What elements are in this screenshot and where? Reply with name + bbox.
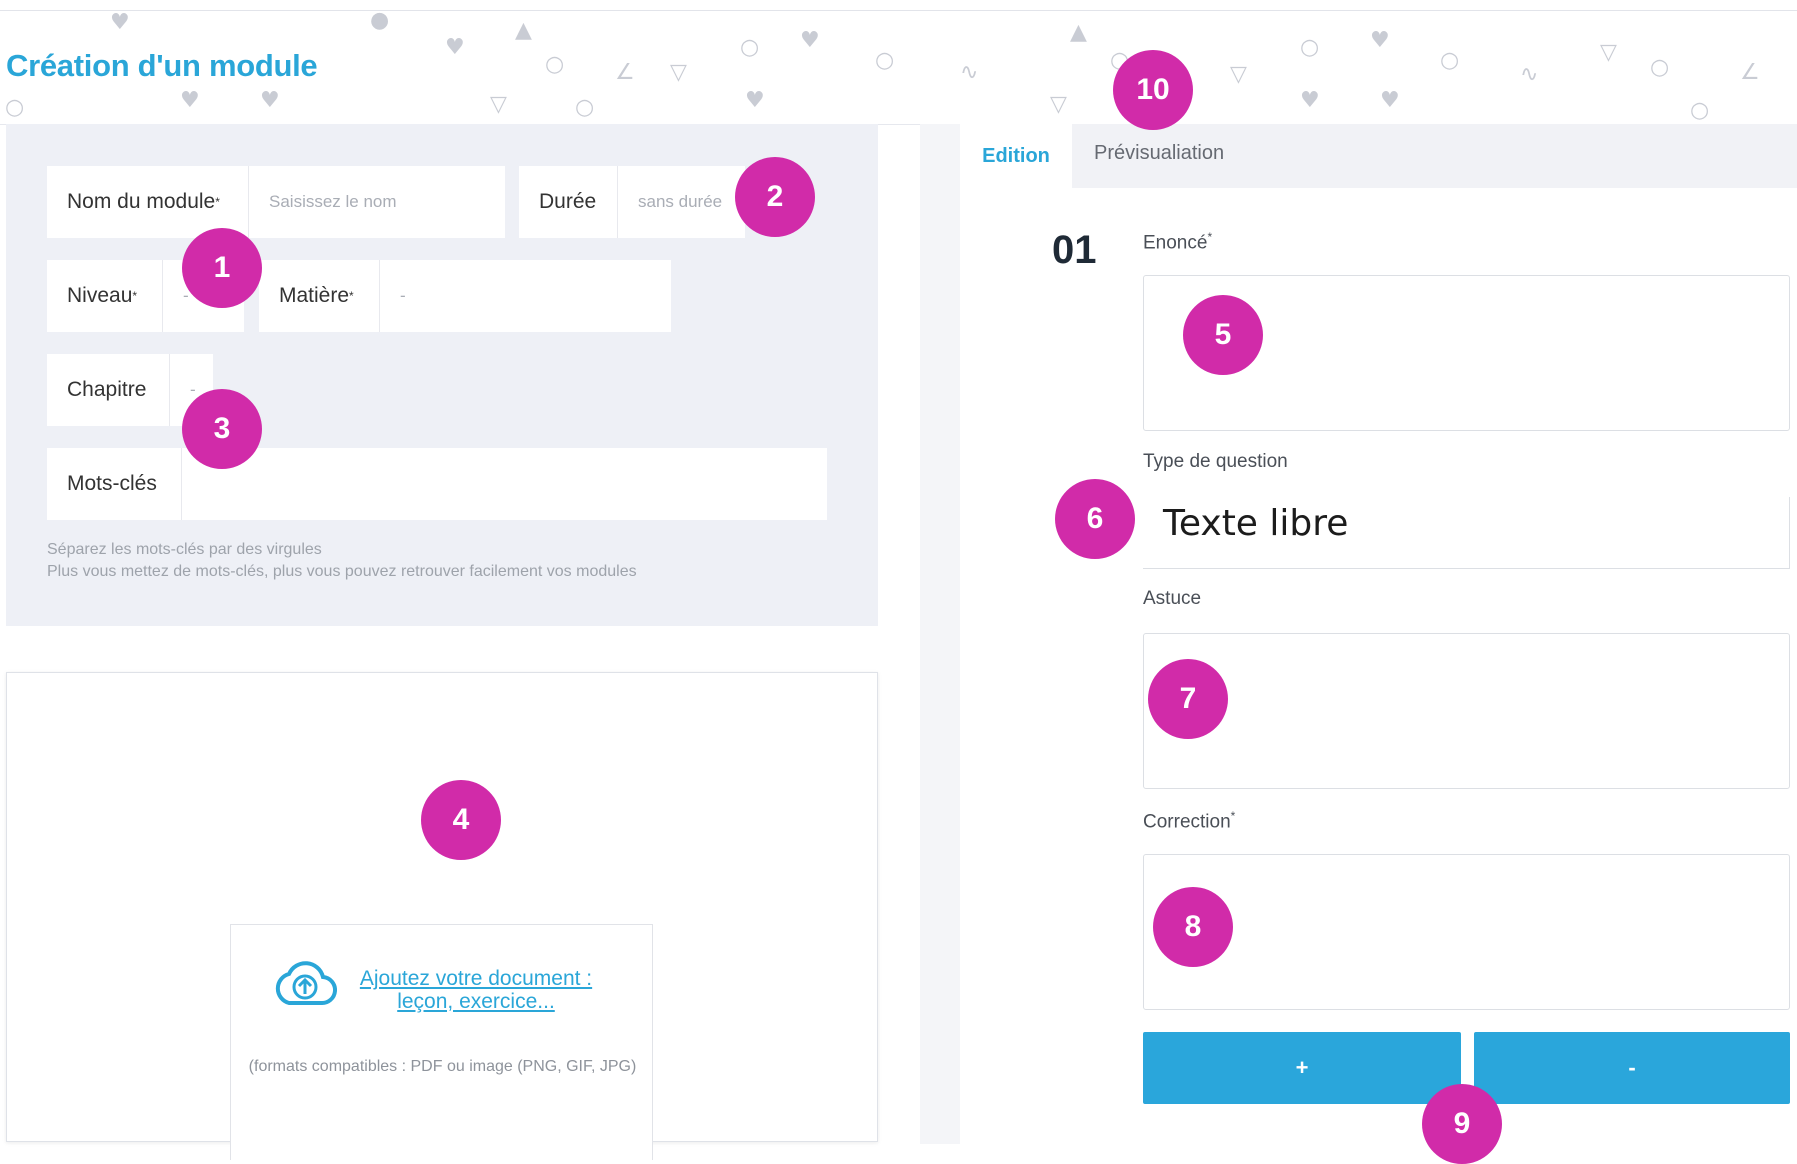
upload-dropzone[interactable]: Ajoutez votre document : leçon, exercice… bbox=[230, 924, 653, 1160]
question-type-label: Type de question bbox=[1143, 451, 1288, 472]
callout-badge-3: 3 bbox=[182, 389, 262, 469]
cloud-upload-icon bbox=[275, 961, 337, 1006]
callout-badge-5: 5 bbox=[1183, 295, 1263, 375]
callout-badge-7: 7 bbox=[1148, 659, 1228, 739]
duration-select[interactable]: sans durée bbox=[617, 166, 745, 238]
hint-textarea[interactable] bbox=[1143, 633, 1790, 789]
level-label: Niveau * bbox=[47, 260, 162, 332]
tab-preview[interactable]: Prévisualiation bbox=[1094, 142, 1224, 165]
callout-badge-10: 10 bbox=[1113, 50, 1193, 130]
top-divider bbox=[0, 10, 1797, 11]
add-question-button[interactable]: + bbox=[1143, 1032, 1461, 1104]
callout-badge-9: 9 bbox=[1422, 1084, 1502, 1164]
hint-label: Astuce bbox=[1143, 588, 1202, 609]
upload-formats-text: (formats compatibles : PDF ou image (PNG… bbox=[248, 1058, 637, 1075]
module-name-input[interactable]: Saisissez le nom bbox=[248, 166, 505, 238]
subject-select[interactable]: - bbox=[379, 260, 671, 332]
keywords-hint-1: Séparez les mots-clés par des virgules bbox=[47, 541, 322, 558]
duration-label: Durée bbox=[519, 166, 617, 238]
keywords-hint-2: Plus vous mettez de mots-clés, plus vous… bbox=[47, 563, 637, 580]
keywords-label: Mots-clés bbox=[47, 448, 181, 520]
callout-badge-1: 1 bbox=[182, 228, 262, 308]
callout-badge-8: 8 bbox=[1153, 887, 1233, 967]
callout-badge-2: 2 bbox=[735, 157, 815, 237]
tab-edition[interactable]: Edition bbox=[960, 124, 1072, 188]
keywords-input[interactable] bbox=[181, 448, 827, 520]
tabs-bar bbox=[960, 124, 1797, 188]
correction-label: Correction* bbox=[1143, 809, 1236, 833]
statement-label: Enoncé* bbox=[1143, 230, 1213, 254]
subject-label: Matière * bbox=[259, 260, 379, 332]
upload-document-link[interactable]: Ajoutez votre document : leçon, exercice… bbox=[356, 967, 596, 1013]
callout-badge-6: 6 bbox=[1055, 479, 1135, 559]
callout-badge-4: 4 bbox=[421, 780, 501, 860]
chapter-label: Chapitre bbox=[47, 354, 169, 426]
remove-question-button[interactable]: - bbox=[1474, 1032, 1790, 1104]
question-type-value: Texte libre bbox=[1163, 503, 1349, 544]
panel-divider bbox=[920, 124, 960, 1144]
page-title: Création d'un module bbox=[6, 48, 318, 83]
question-number: 01 bbox=[1052, 228, 1097, 272]
correction-textarea[interactable] bbox=[1143, 854, 1790, 1010]
